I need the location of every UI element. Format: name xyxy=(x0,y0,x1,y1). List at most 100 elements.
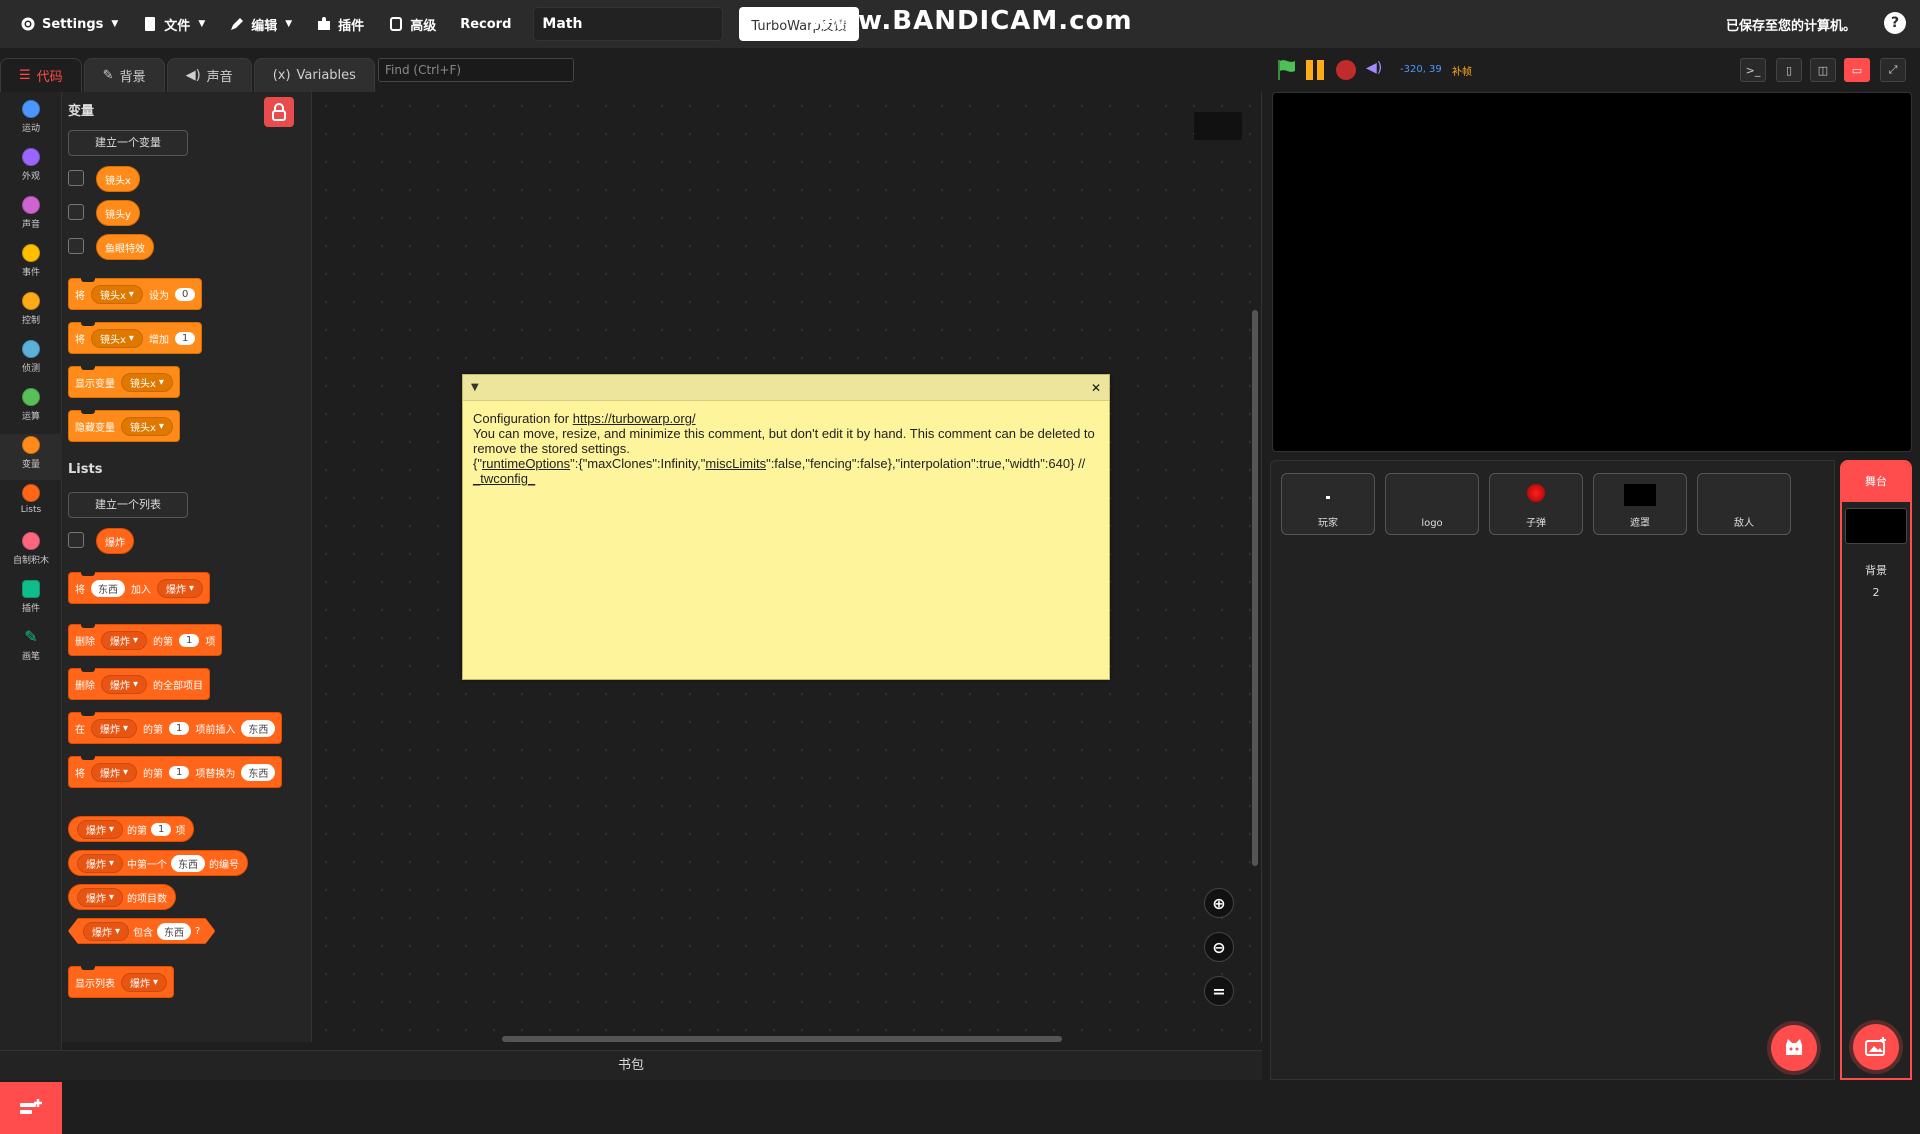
index-input[interactable]: 1 xyxy=(179,633,200,647)
collapse-icon[interactable]: ▼ xyxy=(471,382,479,393)
file-menu[interactable]: 文件 ▼ xyxy=(130,0,217,48)
normal-stage-icon[interactable]: ◫ xyxy=(1810,58,1836,82)
addons-menu[interactable]: 插件 xyxy=(304,0,376,48)
backpack[interactable]: 书包 xyxy=(0,1050,1262,1080)
category-control[interactable]: 控制 xyxy=(0,292,62,326)
volume-icon[interactable]: ◀) xyxy=(1366,60,1382,76)
close-icon[interactable]: ✕ xyxy=(1091,381,1101,395)
tab-code[interactable]: ☰ 代码 xyxy=(0,58,82,92)
zoom-reset-button[interactable]: = xyxy=(1204,976,1234,1006)
item-of-list-reporter[interactable]: 爆炸 ▾ 的第 1 项 xyxy=(68,816,195,842)
hide-variable-block[interactable]: 隐藏变量 镜头x ▾ xyxy=(68,410,180,442)
list-dropdown[interactable]: 爆炸 ▾ xyxy=(77,887,124,907)
variable-dropdown[interactable]: 镜头x ▾ xyxy=(91,328,143,348)
settings-menu[interactable]: Settings ▼ xyxy=(8,0,130,48)
config-comment[interactable]: ▼ ✕ Configuration for https://turbowarp.… xyxy=(462,374,1110,680)
edit-menu[interactable]: 编辑 ▼ xyxy=(217,0,304,48)
category-variables[interactable]: 变量 xyxy=(0,434,62,480)
category-extensions[interactable]: 插件 xyxy=(0,580,62,614)
sprite-tile[interactable]: 敌人 xyxy=(1697,473,1791,535)
comment-title-bar[interactable]: ▼ ✕ xyxy=(463,375,1109,401)
category-sound[interactable]: 声音 xyxy=(0,196,62,230)
category-my-blocks[interactable]: 自制积木 xyxy=(0,532,62,566)
list-length-reporter[interactable]: 爆炸 ▾ 的项目数 xyxy=(68,884,177,910)
comment-link[interactable]: https://turbowarp.org/ xyxy=(573,411,696,426)
stage-target-pane[interactable]: 舞台 背景 2 xyxy=(1840,460,1912,1080)
list-contains-boolean[interactable]: 爆炸 ▾ 包含 东西 ? xyxy=(68,918,215,944)
tab-sounds[interactable]: ◀) 声音 xyxy=(166,58,252,92)
insert-item-block[interactable]: 在 爆炸 ▾ 的第 1 项前插入 东西 xyxy=(68,712,283,744)
help-icon[interactable]: ? xyxy=(1884,12,1906,34)
zoom-out-button[interactable]: ⊖ xyxy=(1204,932,1234,962)
make-list-button[interactable]: 建立一个列表 xyxy=(68,492,188,518)
make-variable-button[interactable]: 建立一个变量 xyxy=(68,130,188,156)
workspace-vertical-scrollbar[interactable] xyxy=(1252,310,1258,866)
project-title-input[interactable]: Math xyxy=(533,7,724,41)
list-reporter[interactable]: 爆炸 xyxy=(96,528,134,554)
list-dropdown[interactable]: 爆炸 ▾ xyxy=(157,578,204,598)
value-input[interactable]: 1 xyxy=(174,331,196,345)
variable-checkbox[interactable] xyxy=(68,204,84,220)
variable-reporter[interactable]: 鱼眼特效 xyxy=(96,234,154,260)
sprite-tile[interactable]: 子弹 xyxy=(1489,473,1583,535)
sprite-tile[interactable]: logo xyxy=(1385,473,1479,535)
list-dropdown[interactable]: 爆炸 ▾ xyxy=(77,819,124,839)
terminal-icon[interactable]: >_ xyxy=(1740,58,1766,82)
list-dropdown[interactable]: 爆炸 ▾ xyxy=(101,630,148,650)
variable-dropdown[interactable]: 镜头x ▾ xyxy=(121,416,173,436)
tab-variables[interactable]: (x) Variables xyxy=(253,58,375,92)
index-input[interactable]: 1 xyxy=(151,822,172,836)
add-extension-button[interactable] xyxy=(0,1082,62,1134)
fullscreen-icon[interactable]: ⤢ xyxy=(1880,58,1906,82)
value-input[interactable]: 0 xyxy=(174,287,196,301)
variable-checkbox[interactable] xyxy=(68,170,84,186)
lock-palette-button[interactable] xyxy=(264,97,294,127)
category-pen[interactable]: ✎ 画笔 xyxy=(0,628,62,663)
category-looks[interactable]: 外观 xyxy=(0,148,62,182)
category-operators[interactable]: 运算 xyxy=(0,388,62,422)
find-input[interactable]: Find (Ctrl+F) xyxy=(378,58,574,82)
item-input[interactable]: 东西 xyxy=(171,854,206,872)
variable-checkbox[interactable] xyxy=(68,238,84,254)
list-checkbox[interactable] xyxy=(68,532,84,548)
workspace-horizontal-scrollbar[interactable] xyxy=(502,1036,1062,1042)
list-dropdown[interactable]: 爆炸 ▾ xyxy=(101,674,148,694)
small-stage-icon[interactable]: ▯ xyxy=(1776,58,1802,82)
category-motion[interactable]: 运动 xyxy=(0,100,62,134)
show-variable-block[interactable]: 显示变量 镜头x ▾ xyxy=(68,366,180,398)
category-sensing[interactable]: 侦测 xyxy=(0,340,62,374)
item-input[interactable]: 东西 xyxy=(241,763,276,781)
pause-icon[interactable] xyxy=(1306,60,1324,80)
variable-reporter[interactable]: 镜头y xyxy=(96,200,140,226)
list-dropdown[interactable]: 爆炸 ▾ xyxy=(91,718,138,738)
sprite-tile[interactable]: 遮罩 xyxy=(1593,473,1687,535)
item-input[interactable]: 东西 xyxy=(91,579,125,597)
stage-canvas[interactable] xyxy=(1272,92,1912,452)
list-dropdown[interactable]: 爆炸 ▾ xyxy=(121,972,168,992)
list-dropdown[interactable]: 爆炸 ▾ xyxy=(91,762,138,782)
add-sprite-button[interactable] xyxy=(1771,1025,1817,1071)
advanced-menu[interactable]: 高级 xyxy=(376,0,448,48)
category-events[interactable]: 事件 xyxy=(0,244,62,278)
variable-dropdown[interactable]: 镜头x ▾ xyxy=(121,372,173,392)
add-to-list-block[interactable]: 将 东西 加入 爆炸 ▾ xyxy=(68,572,211,604)
index-input[interactable]: 1 xyxy=(169,721,190,735)
item-input[interactable]: 东西 xyxy=(157,923,191,940)
variable-reporter[interactable]: 镜头x xyxy=(96,166,140,192)
zoom-in-button[interactable]: ⊕ xyxy=(1204,888,1234,918)
index-of-item-reporter[interactable]: 爆炸 ▾ 中第一个 东西 的编号 xyxy=(68,850,249,876)
add-backdrop-button[interactable] xyxy=(1853,1024,1899,1070)
record-menu[interactable]: Record xyxy=(448,0,523,48)
large-stage-icon[interactable]: ▭ xyxy=(1844,58,1870,82)
set-variable-block[interactable]: 将 镜头x ▾ 设为 0 xyxy=(68,278,203,310)
list-dropdown[interactable]: 爆炸 ▾ xyxy=(83,922,129,941)
replace-item-block[interactable]: 将 爆炸 ▾ 的第 1 项替换为 东西 xyxy=(68,756,283,788)
stop-icon[interactable] xyxy=(1336,60,1356,80)
item-input[interactable]: 东西 xyxy=(241,719,276,737)
green-flag-icon[interactable] xyxy=(1276,58,1298,82)
change-variable-block[interactable]: 将 镜头x ▾ 增加 1 xyxy=(68,322,203,354)
index-input[interactable]: 1 xyxy=(169,765,190,779)
delete-all-block[interactable]: 删除 爆炸 ▾ 的全部项目 xyxy=(68,668,211,700)
show-list-block[interactable]: 显示列表 爆炸 ▾ xyxy=(68,966,175,998)
category-lists[interactable]: Lists xyxy=(0,484,62,515)
